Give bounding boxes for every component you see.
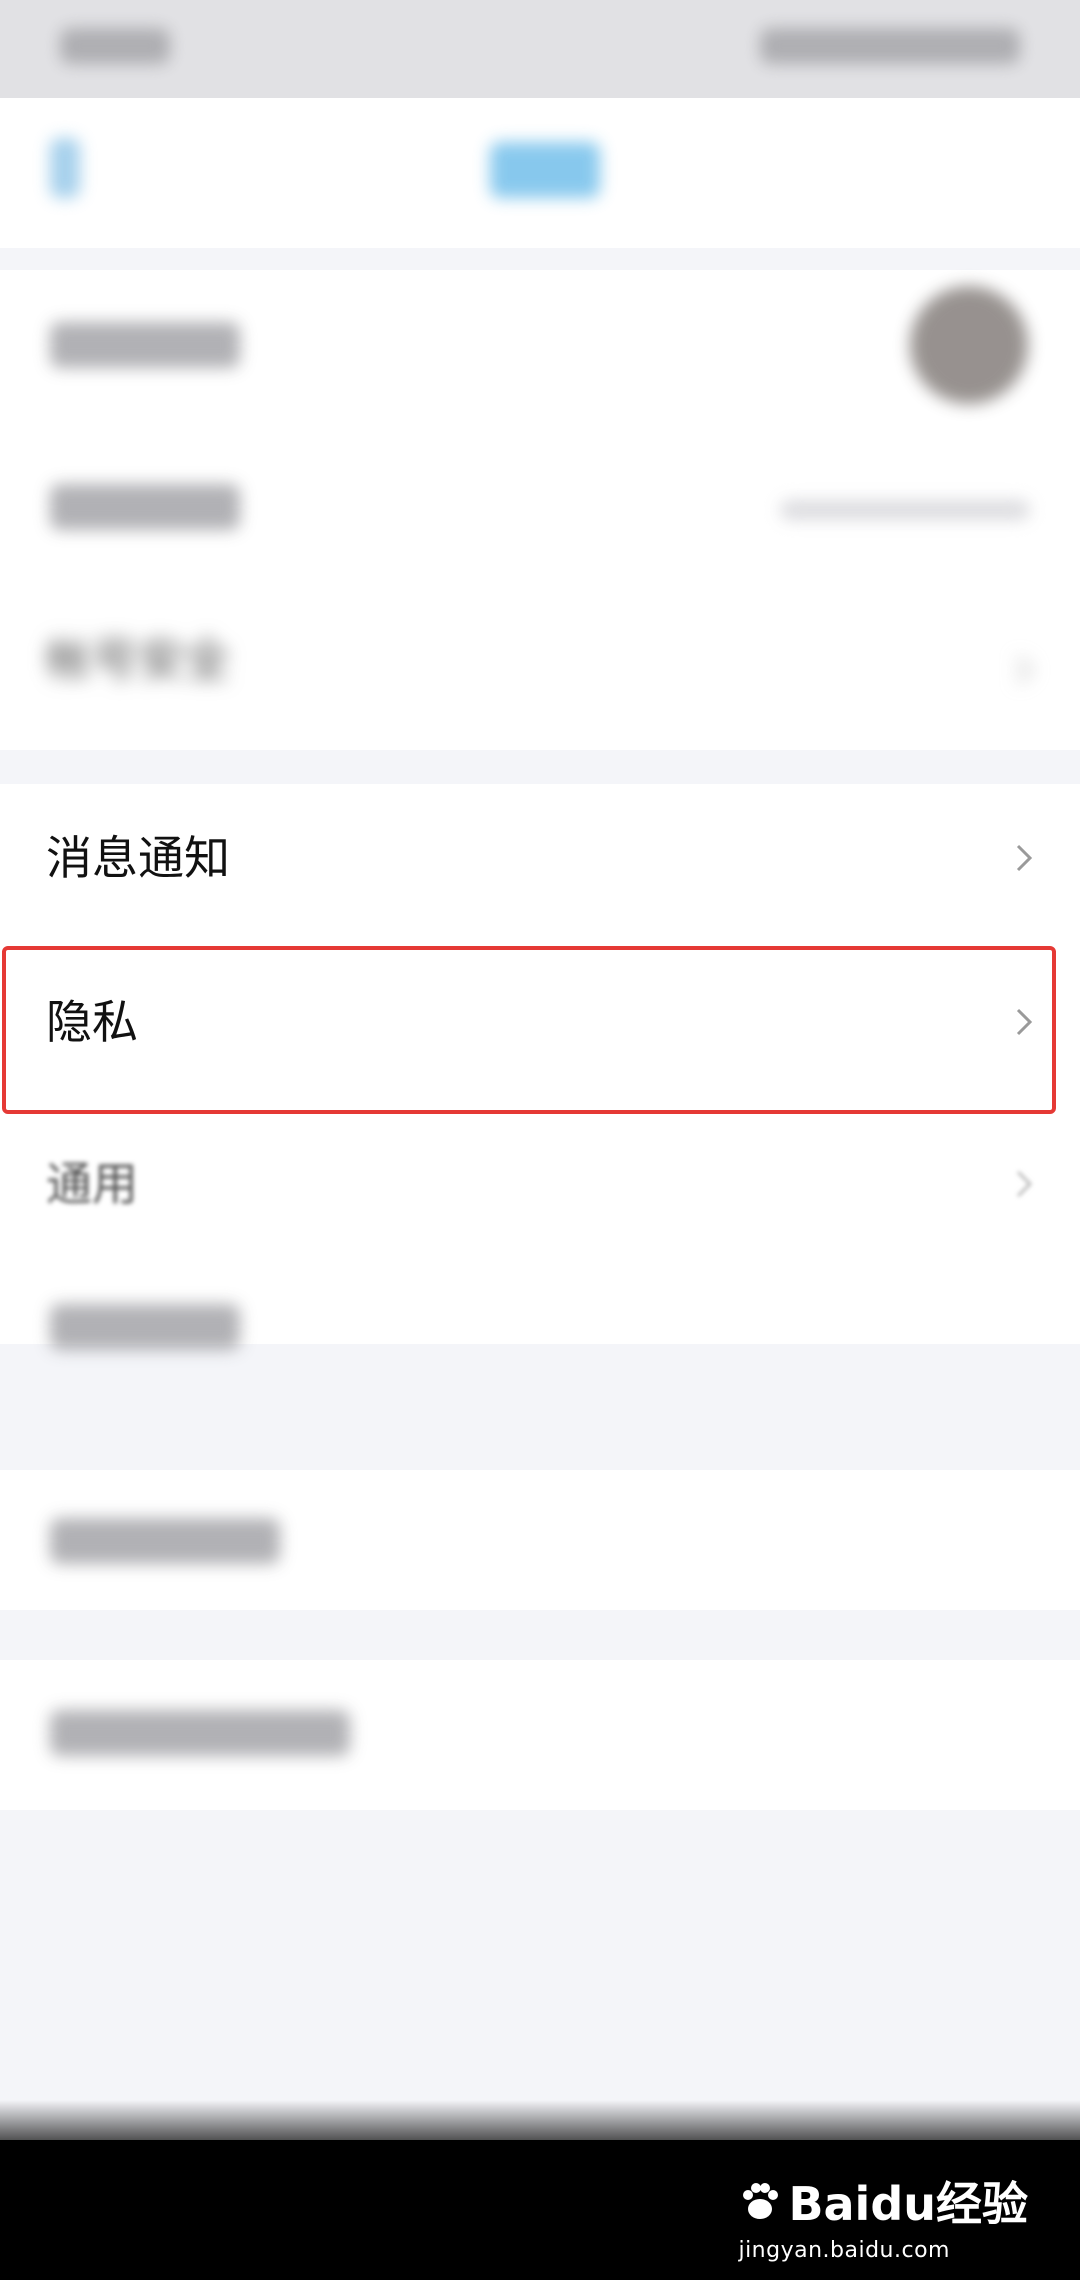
page-title: [490, 142, 600, 198]
notifications-label: 消息通知: [46, 831, 230, 885]
account-security-label: 帐号安全: [46, 633, 230, 687]
section-gap: [0, 248, 1080, 270]
watermark-brand: Baidu经验: [788, 2177, 1028, 2231]
blurred-section-1: [0, 1470, 1080, 1610]
chevron-right-icon: [1016, 656, 1033, 684]
chevron-right-icon: [1016, 844, 1033, 872]
nickname-row[interactable]: [0, 430, 1080, 590]
account-security-row[interactable]: 帐号安全: [0, 590, 1080, 750]
settings-item-notifications[interactable]: 消息通知: [0, 784, 1080, 944]
watermark-url: jingyan.baidu.com: [738, 2238, 950, 2263]
chevron-right-icon: [1016, 1170, 1033, 1198]
account-section: 帐号安全: [0, 270, 1080, 750]
settings-item-general[interactable]: 通用: [0, 1104, 1080, 1264]
avatar: [910, 286, 1028, 404]
back-icon[interactable]: [50, 138, 80, 198]
status-bar: [0, 0, 1080, 98]
baidu-watermark: Baidu经验 jingyan.baidu.com: [738, 2168, 1028, 2263]
title-bar: [0, 98, 1080, 248]
blurred-section-2: [0, 1660, 1080, 1810]
general-label: 通用: [46, 1157, 138, 1211]
highlight-box: [2, 946, 1056, 1114]
settings-item-blurred[interactable]: [0, 1264, 1080, 1350]
baidu-paw-icon: [743, 2183, 779, 2219]
profile-avatar-row[interactable]: [0, 270, 1080, 430]
